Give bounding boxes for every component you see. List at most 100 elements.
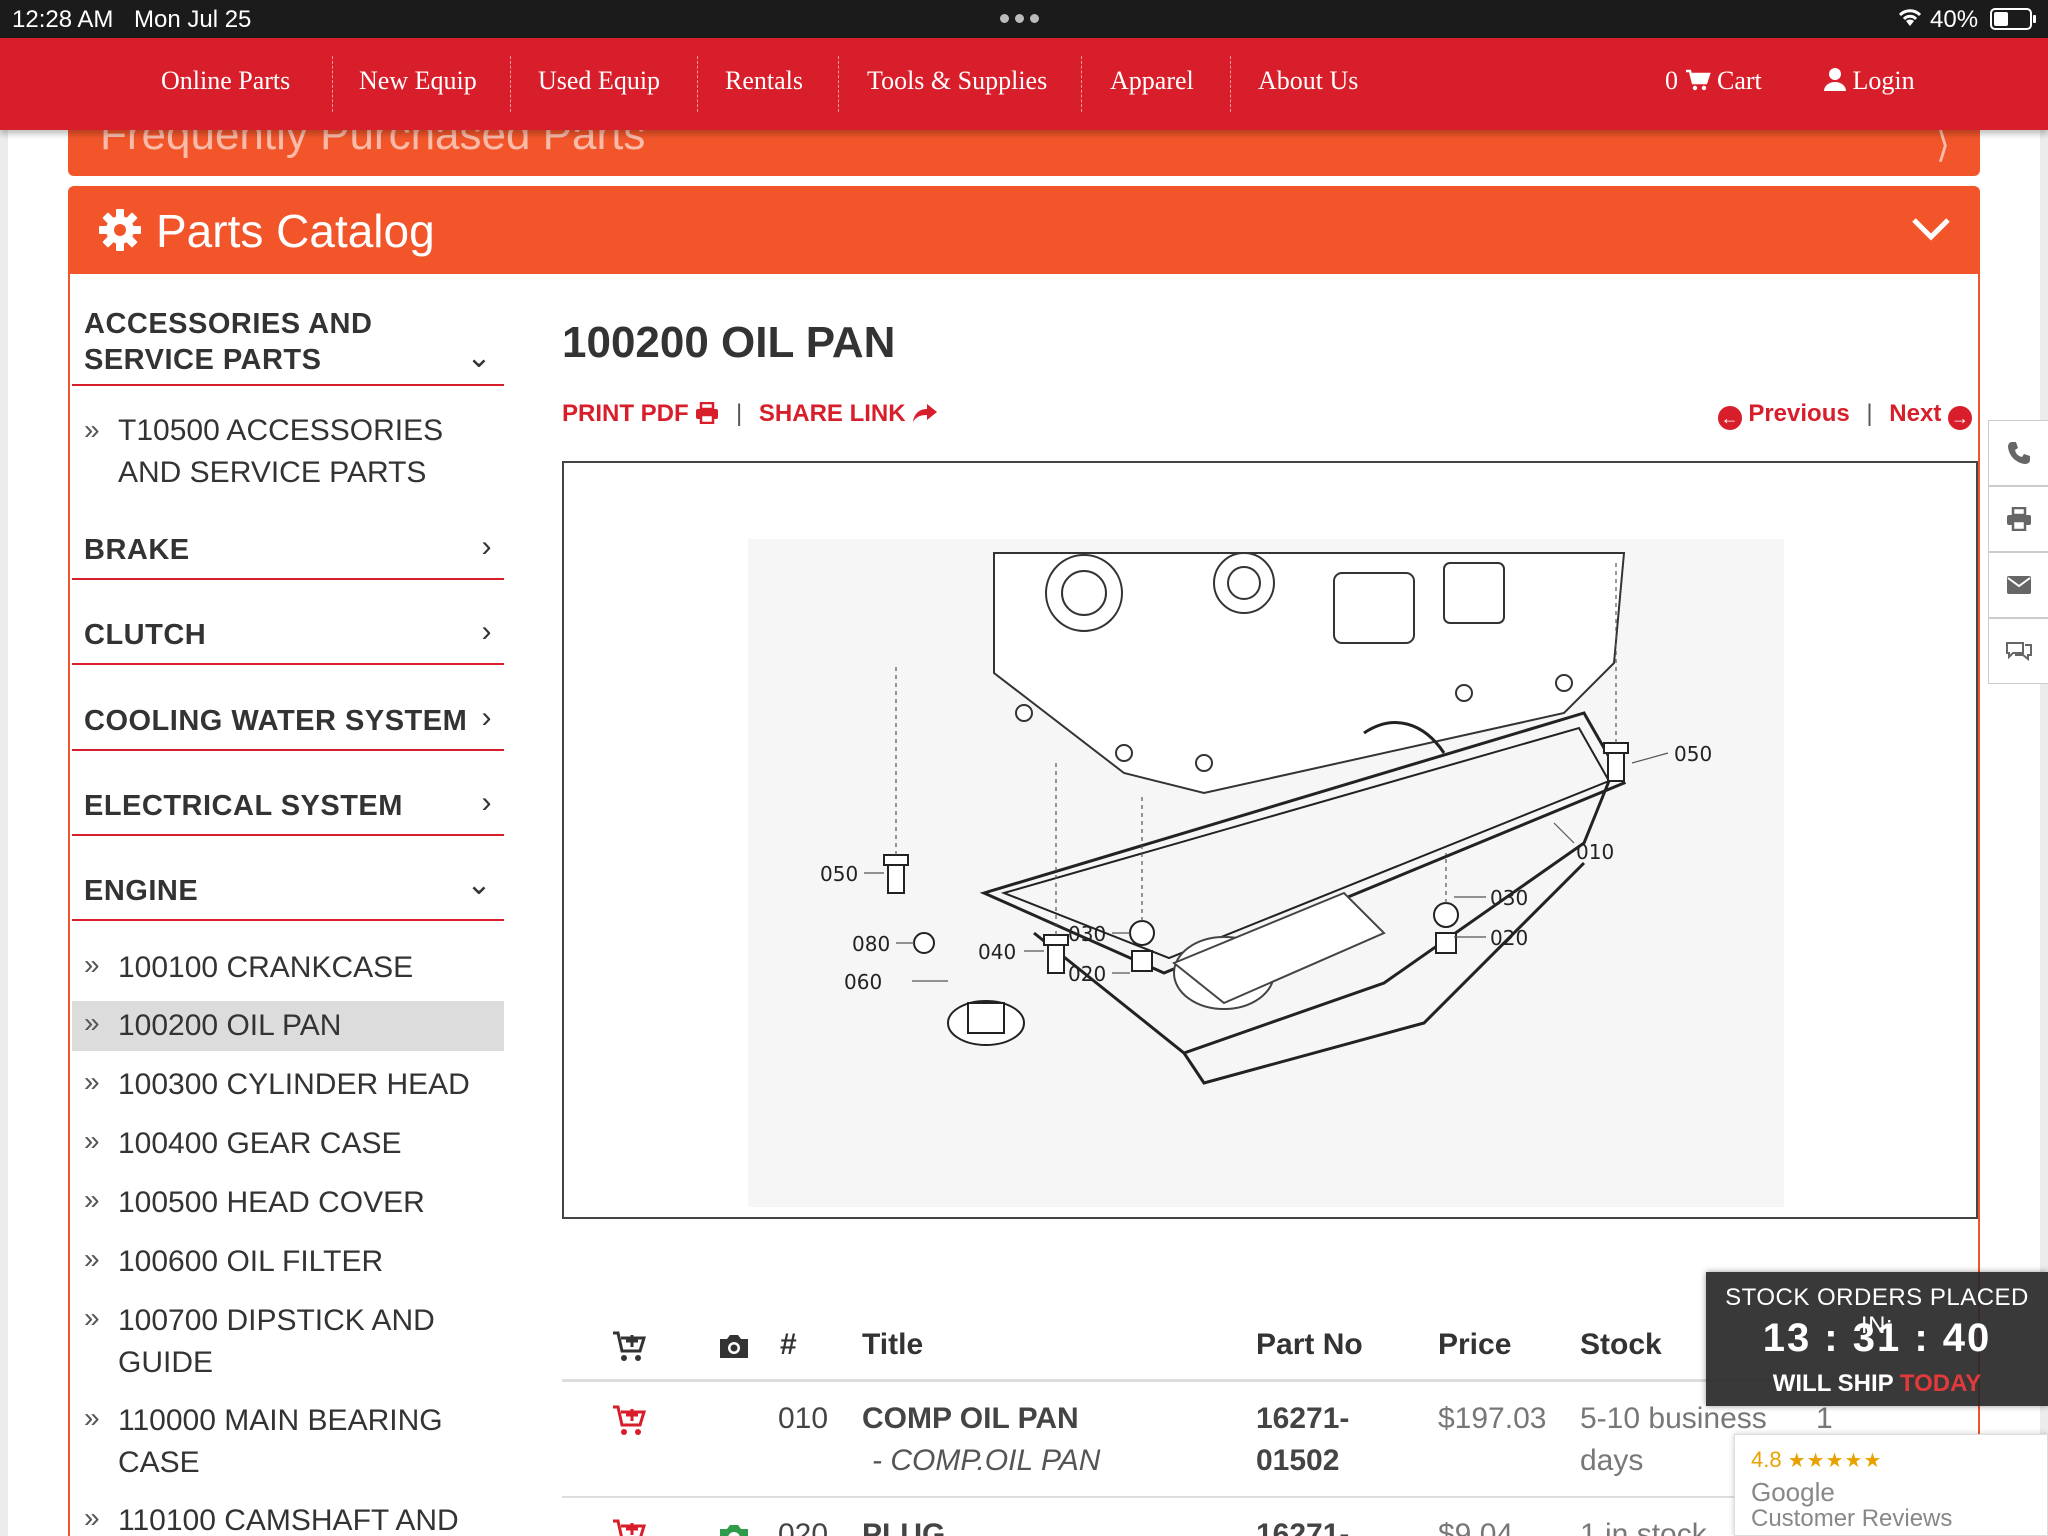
sidebar-item-100500[interactable]: » 100500 HEAD COVER <box>72 1178 504 1228</box>
double-chevron-icon: » <box>84 1302 100 1333</box>
nav-login[interactable]: Login <box>1824 66 1915 96</box>
callout-030-left: 030 <box>1068 922 1106 946</box>
row-stock-line2: days <box>1580 1444 1644 1477</box>
login-label: Login <box>1852 66 1915 95</box>
status-date: Mon Jul 25 <box>134 6 252 33</box>
callout-020-right: 020 <box>1490 926 1528 950</box>
chevron-down-icon: ⌄ <box>466 341 492 374</box>
chevron-right-icon: › <box>481 615 492 648</box>
sidebar-item-100700[interactable]: » 100700 DIPSTICK AND GUIDE <box>72 1296 504 1384</box>
chevron-icon: ⟩ <box>1935 130 1950 165</box>
will-ship-label: WILL SHIP TODAY <box>1772 1370 1982 1397</box>
share-link[interactable]: SHARE LINK <box>759 400 938 427</box>
add-to-cart-column-icon <box>612 1330 647 1370</box>
add-to-cart-button[interactable] <box>612 1404 647 1448</box>
double-chevron-icon: » <box>84 414 100 445</box>
sidebar-item-100600[interactable]: » 100600 OIL FILTER <box>72 1237 504 1287</box>
sidebar-category-label: ACCESSORIES AND SERVICE PARTS <box>84 308 373 376</box>
battery-icon <box>1990 8 2036 30</box>
previous-link[interactable]: ← Previous <box>1717 400 1857 430</box>
gear-icon <box>99 209 141 251</box>
oil-pan-exploded-diagram: 050 010 050 030 020 080 040 030 060 020 <box>748 539 1784 1207</box>
sidebar-category-clutch[interactable]: CLUTCH › <box>72 603 504 665</box>
column-num: # <box>780 1328 797 1361</box>
row-price: $197.03 <box>1438 1402 1547 1435</box>
nav-tools-supplies[interactable]: Tools & Supplies <box>867 66 1047 96</box>
sidebar-item-110100[interactable]: » 110100 CAMSHAFT AND <box>72 1496 504 1536</box>
cart-icon <box>1685 66 1718 95</box>
next-link[interactable]: Next → <box>1889 400 1972 430</box>
user-icon <box>1824 66 1853 95</box>
sidebar-item-100100[interactable]: » 100100 CRANKCASE <box>72 943 504 993</box>
review-rating: 4.8 ★★★★★ <box>1751 1447 1883 1472</box>
frequently-purchased-header[interactable]: Frequently Purchased Parts ⟩ <box>68 130 1980 176</box>
nav-cart[interactable]: 0 Cart <box>1665 66 1762 96</box>
row-title[interactable]: PLUG <box>862 1514 945 1536</box>
double-chevron-icon: » <box>84 1007 100 1038</box>
callout-040: 040 <box>978 940 1016 964</box>
row-part-no-line2: 01502 <box>1256 1444 1340 1477</box>
printer-icon[interactable] <box>1988 486 2048 552</box>
envelope-icon[interactable] <box>1988 552 2048 618</box>
callout-060: 060 <box>844 970 882 994</box>
top-navigation: Online Parts New Equip Used Equip Rental… <box>0 38 2048 130</box>
chat-icon[interactable] <box>1988 618 2048 684</box>
callout-050-right: 050 <box>1674 742 1712 766</box>
google-logo: Google <box>1751 1477 1835 1507</box>
sidebar-item-100400[interactable]: » 100400 GEAR CASE <box>72 1119 504 1169</box>
sidebar-item-100300[interactable]: » 100300 CYLINDER HEAD <box>72 1060 504 1110</box>
column-part-no: Part No <box>1256 1328 1363 1361</box>
sidebar-category-brake[interactable]: BRAKE › <box>72 518 504 580</box>
nav-rentals[interactable]: Rentals <box>725 66 803 96</box>
row-title[interactable]: COMP OIL PAN <box>862 1398 1079 1440</box>
nav-about-us[interactable]: About Us <box>1258 66 1358 96</box>
countdown-timer: 13 : 31 : 40 <box>1762 1316 1992 1360</box>
nav-used-equip[interactable]: Used Equip <box>538 66 660 96</box>
nav-new-equip[interactable]: New Equip <box>359 66 477 96</box>
row-price: $9.04 <box>1438 1518 1514 1536</box>
chevron-right-icon: › <box>481 701 492 734</box>
double-chevron-icon: » <box>84 1184 100 1215</box>
parts-catalog-header[interactable]: Parts Catalog <box>68 186 1980 274</box>
page-title: 100200 OIL PAN <box>562 318 896 367</box>
column-title: Title <box>862 1328 924 1361</box>
callout-030-right: 030 <box>1490 886 1528 910</box>
row-num: 010 <box>778 1402 829 1435</box>
chevron-down-icon[interactable] <box>1910 212 1952 246</box>
sidebar-category-electrical[interactable]: ELECTRICAL SYSTEM › <box>72 774 504 836</box>
share-icon <box>913 404 938 422</box>
camera-icon <box>718 1332 750 1368</box>
sidebar-item-100200-active[interactable]: » 100200 OIL PAN <box>72 1001 504 1051</box>
add-to-cart-button[interactable] <box>612 1518 647 1536</box>
arrow-right-icon: → <box>1948 406 1972 430</box>
wifi-icon <box>1896 6 1924 35</box>
customer-reviews-label: Customer Reviews <box>1751 1505 1953 1532</box>
nav-online-parts[interactable]: Online Parts <box>161 66 290 96</box>
sidebar-item-t10500[interactable]: » T10500 ACCESSORIES AND SERVICE PARTS <box>72 410 504 494</box>
row-part-no-line1: 16271- <box>1256 1518 1350 1536</box>
parts-diagram[interactable]: 050 010 050 030 020 080 040 030 060 020 <box>562 461 1978 1219</box>
multitask-dots-icon[interactable] <box>1000 14 1039 23</box>
google-reviews-badge[interactable]: 4.8 ★★★★★ Google Customer Reviews <box>1734 1434 2048 1536</box>
row-part-no-line1: 16271- <box>1256 1402 1350 1435</box>
arrow-left-icon: ← <box>1717 406 1742 430</box>
nav-apparel[interactable]: Apparel <box>1110 66 1194 96</box>
cart-label: Cart <box>1717 66 1762 95</box>
stock-order-countdown: STOCK ORDERS PLACED IN: 13 : 31 : 40 WIL… <box>1706 1272 2048 1406</box>
camera-icon[interactable] <box>718 1520 750 1536</box>
column-stock: Stock <box>1580 1328 1662 1361</box>
sidebar-category-engine[interactable]: ENGINE ⌄ <box>72 859 504 921</box>
double-chevron-icon: » <box>84 1502 100 1533</box>
phone-icon[interactable] <box>1988 420 2048 486</box>
cart-count: 0 <box>1665 66 1678 95</box>
chevron-right-icon: › <box>481 530 492 563</box>
row-stock-line1: 1 in stock <box>1580 1518 1707 1536</box>
status-time: 12:28 AM <box>12 6 114 33</box>
double-chevron-icon: » <box>84 1243 100 1274</box>
callout-010: 010 <box>1576 840 1614 864</box>
today-label: TODAY <box>1899 1370 1982 1397</box>
print-pdf-link[interactable]: PRINT PDF <box>562 400 726 427</box>
sidebar-item-110000[interactable]: » 110000 MAIN BEARING CASE <box>72 1396 504 1484</box>
sidebar-category-cooling[interactable]: COOLING WATER SYSTEM › <box>72 689 504 751</box>
sidebar-category-accessories[interactable]: ACCESSORIES AND SERVICE PARTS ⌄ <box>72 298 504 386</box>
